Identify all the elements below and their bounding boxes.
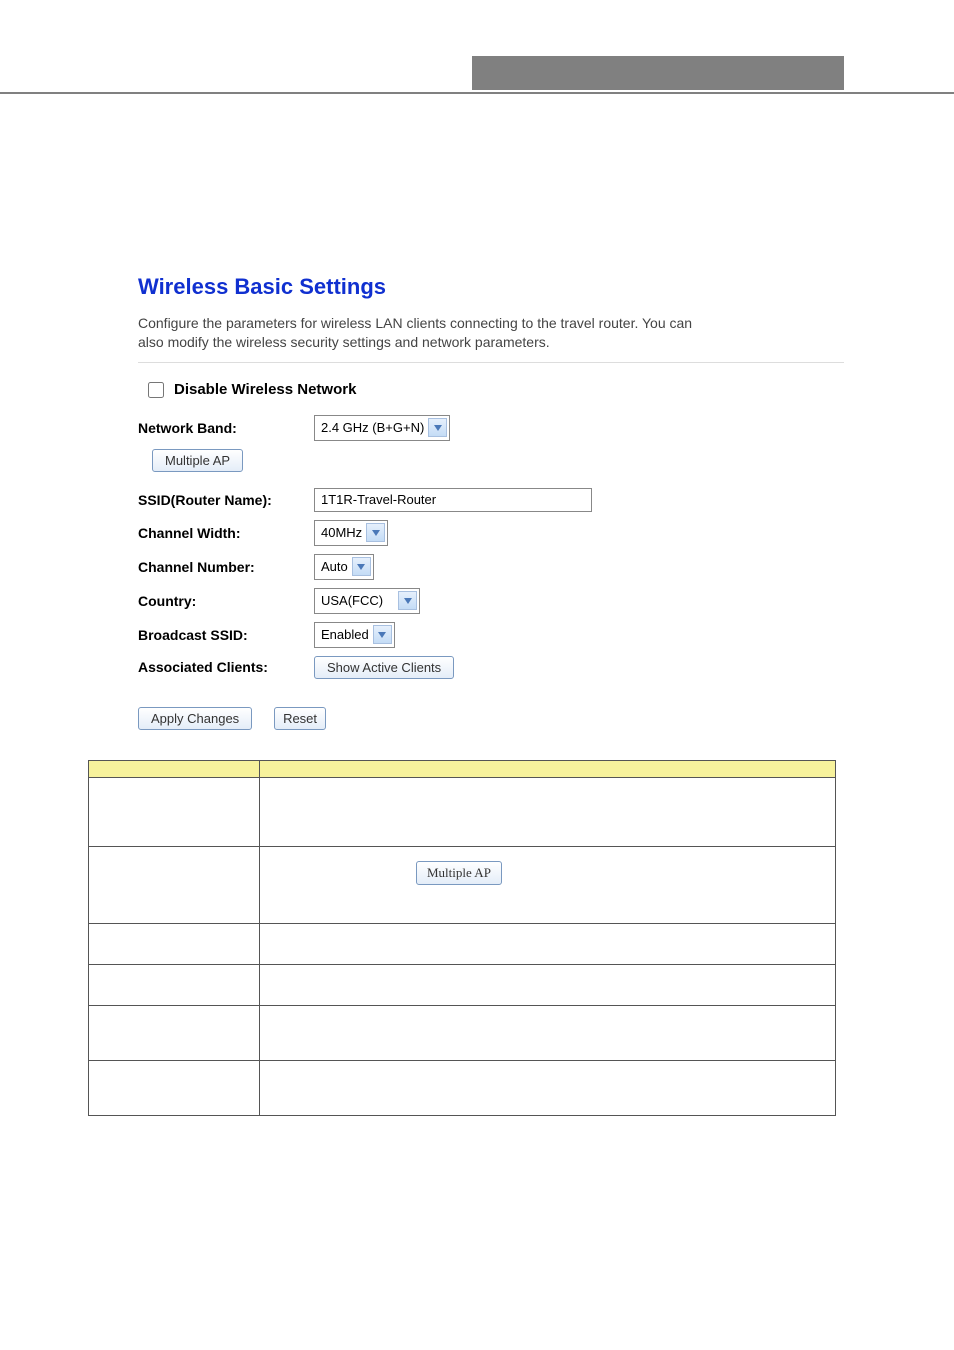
page-description: Configure the parameters for wireless LA… bbox=[138, 314, 844, 352]
show-active-clients-button[interactable]: Show Active Clients bbox=[314, 656, 454, 679]
table-cell-desc bbox=[260, 777, 836, 846]
broadcast-ssid-select[interactable]: Enabled bbox=[314, 622, 395, 648]
broadcast-ssid-label: Broadcast SSID: bbox=[138, 627, 314, 643]
channel-width-row: Channel Width: 40MHz bbox=[138, 520, 844, 546]
ssid-input[interactable]: 1T1R-Travel-Router bbox=[314, 488, 592, 512]
chevron-down-icon bbox=[366, 523, 385, 542]
table-cell-desc bbox=[260, 964, 836, 1005]
action-buttons-row: Apply Changes Reset bbox=[138, 707, 844, 730]
channel-number-select[interactable]: Auto bbox=[314, 554, 374, 580]
table-cell-param bbox=[89, 1005, 260, 1060]
channel-width-label: Channel Width: bbox=[138, 525, 314, 541]
multiple-ap-row: Multiple AP bbox=[138, 449, 844, 472]
chevron-down-icon bbox=[428, 418, 447, 437]
table-cell-param bbox=[89, 1060, 260, 1115]
country-select[interactable]: USA(FCC) bbox=[314, 588, 420, 614]
channel-width-select[interactable]: 40MHz bbox=[314, 520, 388, 546]
page-title: Wireless Basic Settings bbox=[138, 274, 844, 300]
table-cell-multiap: Multiple AP bbox=[260, 846, 836, 923]
chevron-down-icon bbox=[373, 625, 392, 644]
table-row bbox=[89, 964, 836, 1005]
settings-form: Disable Wireless Network Network Band: 2… bbox=[138, 379, 844, 730]
separator bbox=[138, 362, 844, 363]
table-row bbox=[89, 777, 836, 846]
country-row: Country: USA(FCC) bbox=[138, 588, 844, 614]
associated-clients-label: Associated Clients: bbox=[138, 659, 314, 675]
parameter-table: Multiple AP bbox=[88, 760, 836, 1116]
network-band-value: 2.4 GHz (B+G+N) bbox=[321, 420, 426, 435]
disable-wireless-checkbox[interactable] bbox=[148, 382, 164, 398]
page-content: Wireless Basic Settings Configure the pa… bbox=[138, 274, 844, 1116]
header-bar bbox=[0, 56, 954, 94]
table-row-multiap: Multiple AP bbox=[89, 846, 836, 923]
table-cell-param bbox=[89, 846, 260, 923]
table-header-param bbox=[89, 760, 260, 777]
chevron-down-icon bbox=[398, 591, 417, 610]
table-row bbox=[89, 923, 836, 964]
reset-button[interactable]: Reset bbox=[274, 707, 326, 730]
network-band-label: Network Band: bbox=[138, 420, 314, 436]
table-cell-desc bbox=[260, 923, 836, 964]
table-cell-param bbox=[89, 964, 260, 1005]
ssid-row: SSID(Router Name): 1T1R-Travel-Router bbox=[138, 488, 844, 512]
ssid-label: SSID(Router Name): bbox=[138, 492, 314, 508]
disable-wireless-label: Disable Wireless Network bbox=[174, 381, 356, 398]
channel-width-value: 40MHz bbox=[321, 525, 364, 540]
header-grey-block bbox=[472, 56, 844, 90]
table-cell-param bbox=[89, 777, 260, 846]
multiple-ap-button[interactable]: Multiple AP bbox=[152, 449, 243, 472]
broadcast-ssid-value: Enabled bbox=[321, 627, 371, 642]
apply-changes-button[interactable]: Apply Changes bbox=[138, 707, 252, 730]
table-cell-desc bbox=[260, 1005, 836, 1060]
multiple-ap-button-table[interactable]: Multiple AP bbox=[416, 861, 502, 885]
table-header-desc bbox=[260, 760, 836, 777]
disable-wireless-row: Disable Wireless Network bbox=[138, 379, 844, 401]
channel-number-label: Channel Number: bbox=[138, 559, 314, 575]
country-value: USA(FCC) bbox=[321, 593, 385, 608]
chevron-down-icon bbox=[352, 557, 371, 576]
table-row bbox=[89, 1005, 836, 1060]
associated-clients-row: Associated Clients: Show Active Clients bbox=[138, 656, 844, 679]
table-cell-desc bbox=[260, 1060, 836, 1115]
table-cell-param bbox=[89, 923, 260, 964]
network-band-select[interactable]: 2.4 GHz (B+G+N) bbox=[314, 415, 450, 441]
broadcast-ssid-row: Broadcast SSID: Enabled bbox=[138, 622, 844, 648]
channel-number-row: Channel Number: Auto bbox=[138, 554, 844, 580]
channel-number-value: Auto bbox=[321, 559, 350, 574]
table-header-row bbox=[89, 760, 836, 777]
network-band-row: Network Band: 2.4 GHz (B+G+N) bbox=[138, 415, 844, 441]
country-label: Country: bbox=[138, 593, 314, 609]
table-row bbox=[89, 1060, 836, 1115]
